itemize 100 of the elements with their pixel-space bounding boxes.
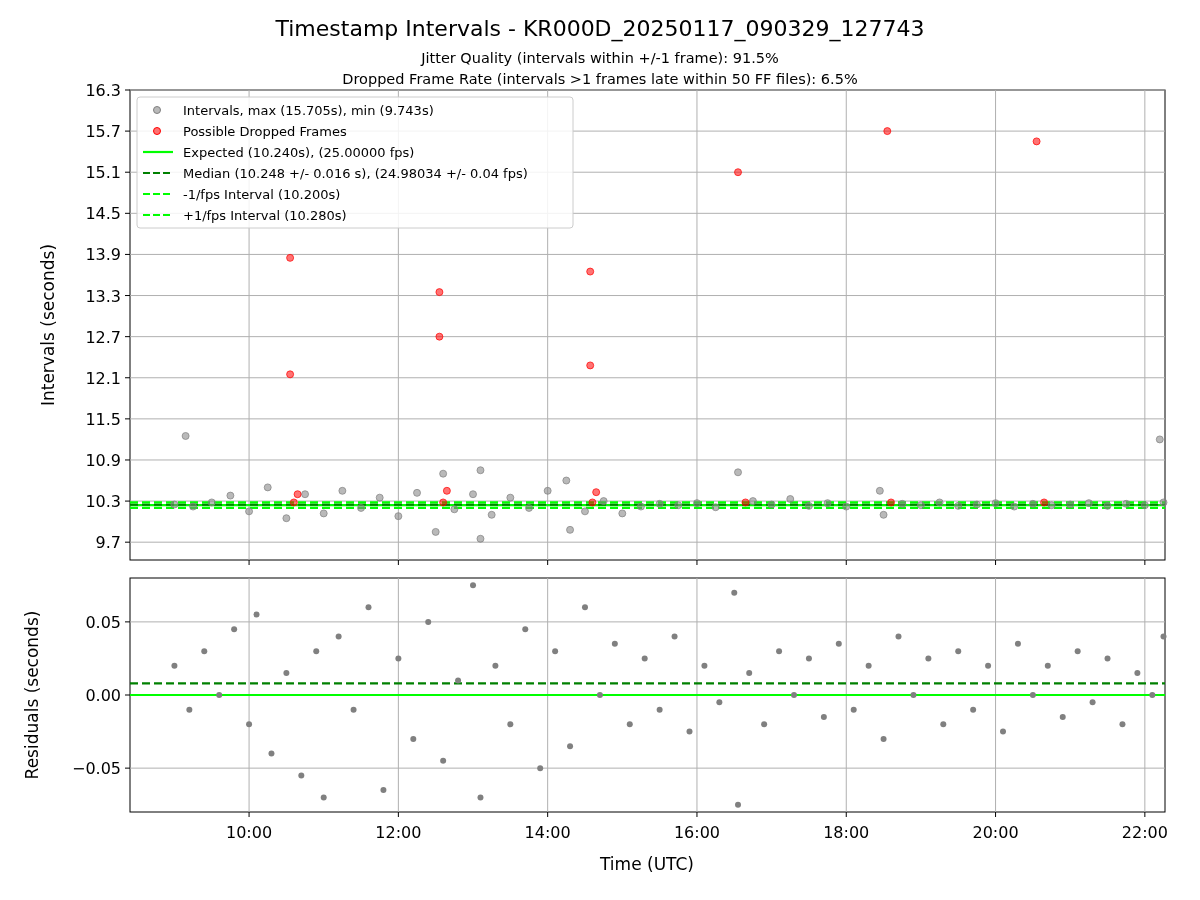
data-point xyxy=(1089,699,1096,706)
data-point xyxy=(655,499,664,508)
tick-label: 16:00 xyxy=(673,823,720,842)
data-point xyxy=(1000,728,1006,735)
data-point xyxy=(835,640,842,647)
data-point xyxy=(865,662,872,669)
tick-label: 22:00 xyxy=(1121,823,1168,842)
data-point xyxy=(313,648,320,655)
data-point xyxy=(567,743,574,750)
data-point xyxy=(186,706,193,713)
data-point xyxy=(1084,499,1093,508)
data-point xyxy=(253,611,260,618)
data-point xyxy=(850,706,857,713)
figure-title: Timestamp Intervals - KR000D_20250117_090329_127743 xyxy=(275,16,925,41)
tick-label: 15.1 xyxy=(85,163,121,183)
data-point xyxy=(395,655,402,662)
tick-label: 18:00 xyxy=(823,823,870,842)
data-point xyxy=(298,772,305,779)
data-point xyxy=(767,500,776,509)
tick-label: 10:00 xyxy=(226,823,273,842)
legend-label: -1/fps Interval (10.200s) xyxy=(183,187,341,202)
data-point xyxy=(588,498,597,507)
data-point xyxy=(1140,501,1149,510)
tick-label: 0.05 xyxy=(85,612,121,632)
data-point xyxy=(985,662,992,669)
legend-label: Possible Dropped Frames xyxy=(183,124,347,139)
data-point xyxy=(674,501,683,510)
data-point xyxy=(543,486,552,495)
data-point xyxy=(301,490,310,499)
data-point xyxy=(592,488,601,497)
data-point xyxy=(880,735,887,742)
data-point xyxy=(1103,501,1112,510)
data-point xyxy=(1040,498,1049,507)
data-point xyxy=(286,253,295,262)
data-point xyxy=(636,502,645,511)
tick-label: 20:00 xyxy=(972,823,1019,842)
data-point xyxy=(611,640,618,647)
data-point xyxy=(735,801,741,808)
data-point xyxy=(887,498,896,507)
data-point xyxy=(586,361,595,370)
data-point xyxy=(626,721,633,728)
data-point xyxy=(442,486,451,495)
data-point xyxy=(566,525,575,534)
tick-label: 16.3 xyxy=(85,81,121,100)
data-point xyxy=(1122,499,1131,508)
data-point xyxy=(335,633,342,640)
data-point xyxy=(283,670,290,677)
data-point xyxy=(1160,633,1167,640)
data-point xyxy=(477,794,484,801)
data-point xyxy=(1104,655,1111,662)
data-point xyxy=(293,490,302,499)
tick-label: 10.9 xyxy=(85,450,121,470)
data-point xyxy=(1059,713,1066,720)
data-point xyxy=(716,699,723,706)
tick-label: 12:00 xyxy=(375,823,422,842)
data-point xyxy=(879,510,888,519)
data-point xyxy=(357,503,366,512)
data-point xyxy=(820,713,827,720)
data-point xyxy=(492,662,499,669)
data-point xyxy=(599,497,608,506)
data-point xyxy=(791,692,797,698)
tick-label: 15.7 xyxy=(85,122,121,142)
data-point xyxy=(282,514,291,523)
tick-label: 13.3 xyxy=(85,286,121,306)
data-point xyxy=(898,499,907,508)
data-point xyxy=(641,655,648,662)
data-point xyxy=(970,706,977,713)
data-point xyxy=(972,500,981,509)
data-point xyxy=(245,507,254,516)
data-point xyxy=(375,493,384,502)
data-point xyxy=(761,721,768,728)
data-point xyxy=(1119,721,1126,728)
subtitle: Jitter Quality (intervals within +/-1 frame): 91.5% xyxy=(421,50,779,66)
data-point xyxy=(435,332,444,341)
data-point xyxy=(286,370,295,379)
data-point xyxy=(734,168,742,177)
data-point xyxy=(596,692,603,698)
tick-label: 10.3 xyxy=(85,492,121,512)
data-point xyxy=(1028,499,1037,508)
data-point xyxy=(656,706,663,713)
tick-label: 12.1 xyxy=(85,368,121,388)
data-point xyxy=(246,721,253,728)
data-point xyxy=(170,500,179,509)
data-point xyxy=(940,721,947,728)
data-point xyxy=(586,267,595,276)
data-point xyxy=(748,497,757,506)
data-point xyxy=(470,582,476,589)
data-point xyxy=(935,498,944,507)
data-point xyxy=(1155,435,1164,444)
data-point xyxy=(910,692,917,698)
data-point xyxy=(268,750,275,757)
data-point xyxy=(394,512,403,521)
legend-label: +1/fps Interval (10.280s) xyxy=(183,208,347,223)
tick-label: 11.5 xyxy=(85,409,121,429)
data-point xyxy=(1134,670,1141,677)
data-point xyxy=(1074,648,1081,655)
tick-label: 14.5 xyxy=(85,204,121,224)
data-point xyxy=(701,662,708,669)
data-point xyxy=(439,469,448,478)
data-point xyxy=(991,499,1000,508)
